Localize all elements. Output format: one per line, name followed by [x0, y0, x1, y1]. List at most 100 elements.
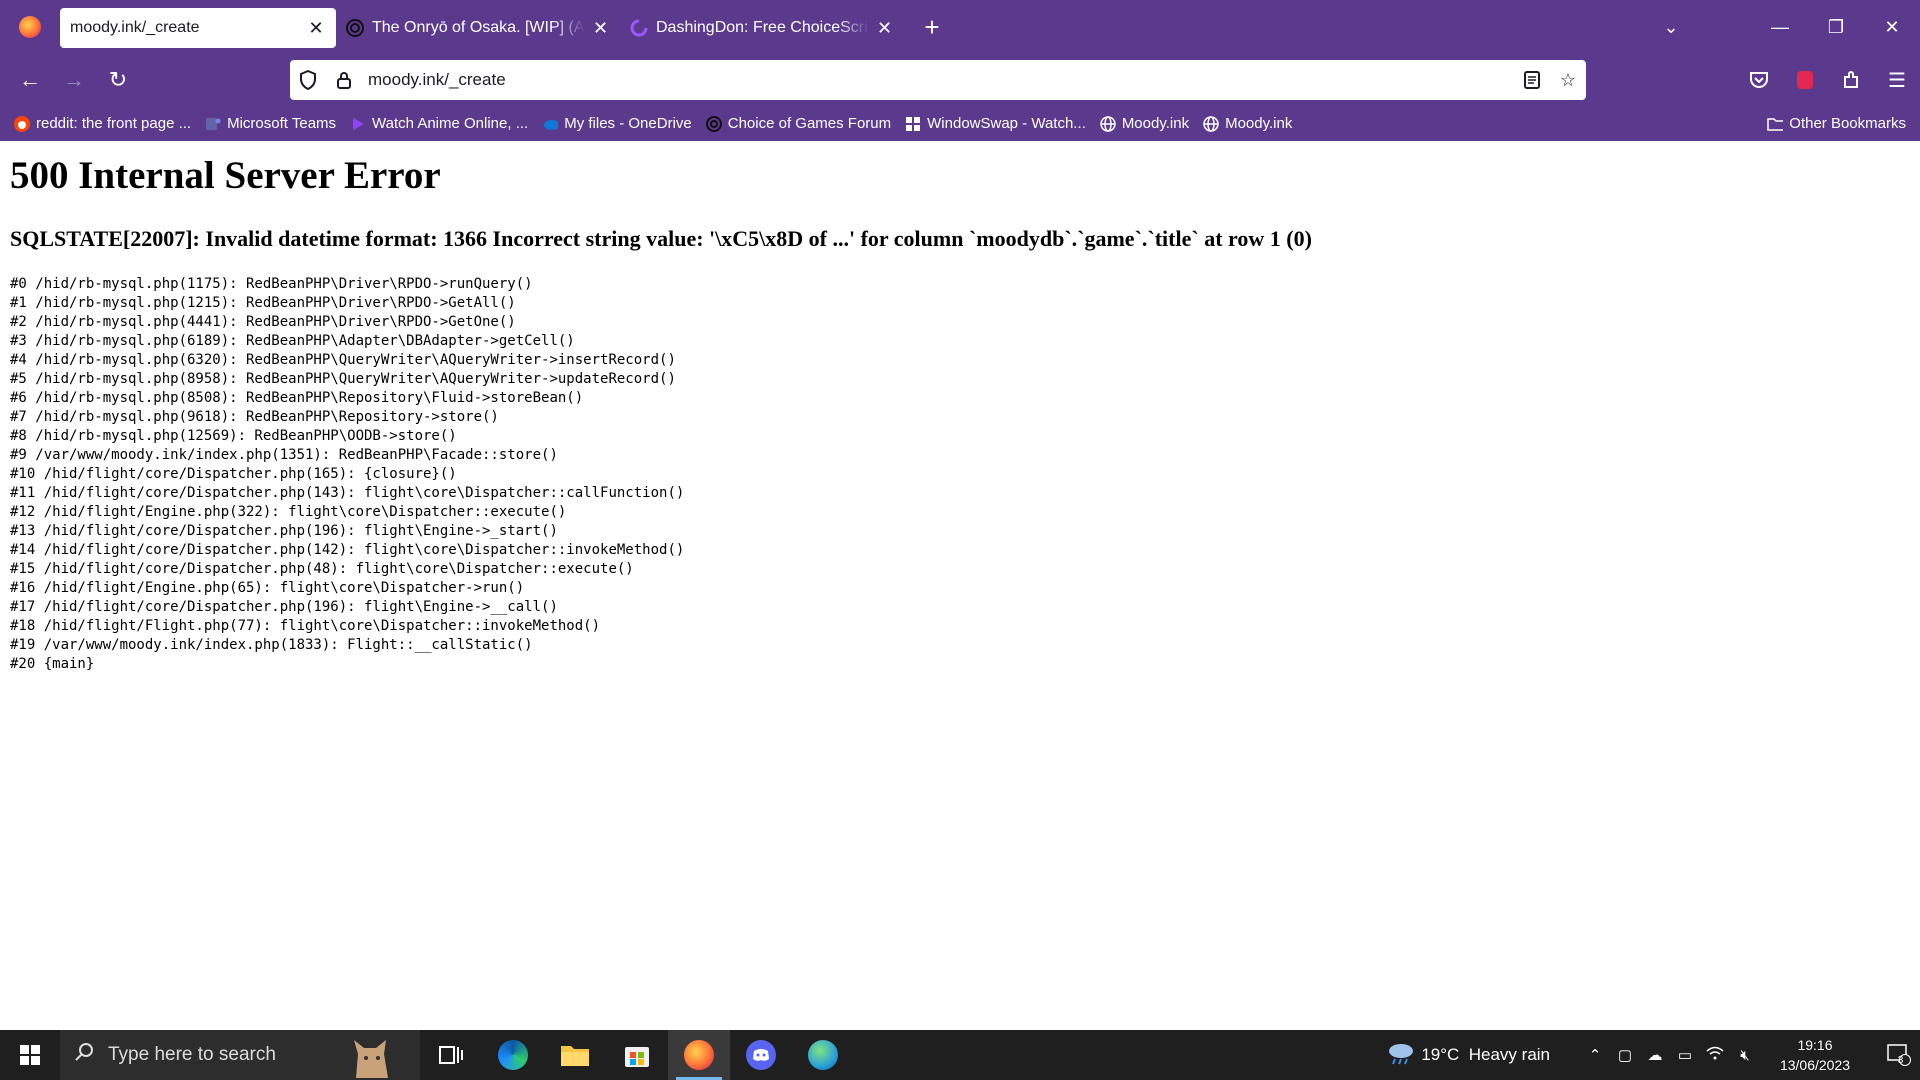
onedrive-tray-icon[interactable]: ☁: [1640, 1046, 1670, 1064]
bookmark-label: Watch Anime Online, ...: [372, 115, 529, 132]
trace-line: #5 /hid/rb-mysql.php(8958): RedBeanPHP\Q…: [10, 371, 676, 387]
pocket-icon[interactable]: [1736, 60, 1782, 100]
close-tab-icon[interactable]: ✕: [591, 18, 610, 38]
microsoft-store-icon[interactable]: [606, 1030, 668, 1080]
play-icon: [350, 116, 366, 132]
menu-hamburger-icon[interactable]: ☰: [1874, 60, 1920, 100]
bookmark-reddit[interactable]: reddit: the front page ...: [14, 115, 191, 132]
bookmark-label: reddit: the front page ...: [36, 115, 192, 132]
close-tab-icon[interactable]: ✕: [875, 18, 894, 38]
bookmark-windowswap[interactable]: WindowSwap - Watch...: [905, 115, 1086, 132]
minimize-icon[interactable]: —: [1752, 0, 1808, 54]
weather-text: 19°C Heavy rain: [1421, 1045, 1550, 1064]
clock[interactable]: 19:16 13/06/2023: [1760, 1035, 1870, 1075]
reload-icon[interactable]: ↻: [96, 60, 140, 100]
trace-line: #4 /hid/rb-mysql.php(6320): RedBeanPHP\Q…: [10, 352, 676, 368]
trace-line: #16 /hid/flight/Engine.php(65): flight\c…: [10, 580, 525, 596]
trace-line: #19 /var/www/moody.ink/index.php(1833): …: [10, 637, 533, 653]
choice-of-games-icon: [346, 19, 364, 37]
bookmark-moody-ink-2[interactable]: Moody.ink: [1203, 115, 1292, 132]
tab-moody-create[interactable]: moody.ink/_create ✕: [60, 8, 336, 48]
firefox-menu-icon[interactable]: [0, 0, 60, 54]
onedrive-icon: [542, 116, 559, 132]
trace-line: #2 /hid/rb-mysql.php(4441): RedBeanPHP\D…: [10, 314, 516, 330]
tab-onryo-of-osaka[interactable]: The Onryō of Osaka. [WIP] (Act ✕: [336, 8, 620, 48]
teams-icon: [205, 116, 221, 132]
bookmark-label: Other Bookmarks: [1789, 115, 1906, 132]
search-placeholder: Type here to search: [108, 1044, 276, 1065]
trace-line: #8 /hid/rb-mysql.php(12569): RedBeanPHP\…: [10, 428, 457, 444]
bookmark-moody-ink-1[interactable]: Moody.ink: [1100, 115, 1189, 132]
start-button[interactable]: [0, 1030, 60, 1080]
heavy-rain-cloud-icon: [1381, 1041, 1421, 1069]
lock-icon[interactable]: [326, 60, 362, 100]
trace-line: #9 /var/www/moody.ink/index.php(1351): R…: [10, 447, 558, 463]
firefox-taskbar-icon[interactable]: [668, 1030, 730, 1080]
trace-line: #3 /hid/rb-mysql.php(6189): RedBeanPHP\A…: [10, 333, 575, 349]
file-explorer-icon[interactable]: [544, 1030, 606, 1080]
bookmark-label: Microsoft Teams: [227, 115, 337, 132]
edge-icon[interactable]: [482, 1030, 544, 1080]
tab-dashingdon[interactable]: DashingDon: Free ChoiceScript ✕: [620, 8, 904, 48]
tab-title: DashingDon: Free ChoiceScript: [656, 19, 870, 36]
tracking-protection-shield-icon[interactable]: [290, 60, 326, 100]
trace-line: #11 /hid/flight/core/Dispatcher.php(143)…: [10, 485, 685, 501]
close-tab-icon[interactable]: ✕: [306, 18, 326, 38]
bookmarks-toolbar: reddit: the front page ... Microsoft Tea…: [0, 106, 1920, 141]
back-icon[interactable]: ←: [8, 60, 52, 100]
task-view-icon[interactable]: [420, 1030, 482, 1080]
url-text[interactable]: moody.ink/_create: [368, 70, 1514, 90]
reddit-icon: [14, 115, 30, 132]
search-highlight-cat-icon: [354, 1040, 388, 1078]
extensions-puzzle-icon[interactable]: [1828, 60, 1874, 100]
windowswap-icon: [905, 116, 921, 132]
restore-icon[interactable]: ❐: [1808, 0, 1864, 54]
window-controls: ⌄ — ❐ ✕: [1646, 0, 1920, 54]
close-window-icon[interactable]: ✕: [1864, 0, 1920, 54]
clock-time: 19:16: [1797, 1037, 1833, 1053]
extension-lock-icon[interactable]: [1782, 60, 1828, 100]
forward-icon[interactable]: →: [52, 60, 96, 100]
search-icon: [74, 1042, 94, 1068]
bookmark-watch-anime[interactable]: Watch Anime Online, ...: [350, 115, 528, 132]
tab-bar: moody.ink/_create ✕ The Onryō of Osaka. …: [0, 0, 1920, 54]
choice-of-games-icon: [705, 115, 722, 132]
page-content: 500 Internal Server Error SQLSTATE[22007…: [0, 141, 1920, 1030]
chevron-up-icon[interactable]: ⌃: [1580, 1046, 1610, 1064]
trace-line: #17 /hid/flight/core/Dispatcher.php(196)…: [10, 599, 558, 615]
globe-icon: [1203, 115, 1219, 132]
toolbar-extensions: ☰: [1736, 54, 1920, 106]
tab-title: moody.ink/_create: [70, 19, 200, 36]
other-bookmarks[interactable]: Other Bookmarks: [1767, 106, 1906, 141]
trace-line: #20 {main}: [10, 656, 95, 672]
bookmark-label: WindowSwap - Watch...: [927, 115, 1086, 132]
address-bar[interactable]: moody.ink/_create ☆: [290, 60, 1586, 100]
notification-center-icon[interactable]: 3: [1870, 1044, 1920, 1066]
new-tab-button[interactable]: +: [912, 7, 952, 47]
trace-line: #1 /hid/rb-mysql.php(1215): RedBeanPHP\D…: [10, 295, 516, 311]
globe-app-icon[interactable]: [792, 1030, 854, 1080]
bookmark-label: Moody.ink: [1121, 115, 1190, 132]
list-all-tabs-icon[interactable]: ⌄: [1646, 17, 1696, 38]
taskbar-search[interactable]: Type here to search: [60, 1030, 420, 1080]
bookmark-label: Choice of Games Forum: [727, 115, 892, 132]
trace-line: #0 /hid/rb-mysql.php(1175): RedBeanPHP\D…: [10, 276, 533, 292]
bookmark-label: Moody.ink: [1225, 115, 1293, 132]
wifi-icon[interactable]: [1700, 1045, 1730, 1065]
reader-view-icon[interactable]: [1514, 60, 1550, 100]
trace-line: #12 /hid/flight/Engine.php(322): flight\…: [10, 504, 567, 520]
battery-icon[interactable]: ▭: [1670, 1046, 1700, 1064]
bookmark-star-icon[interactable]: ☆: [1550, 60, 1586, 100]
weather-widget[interactable]: 19°C Heavy rain: [1381, 1041, 1550, 1069]
trace-line: #7 /hid/rb-mysql.php(9618): RedBeanPHP\R…: [10, 409, 499, 425]
trace-line: #14 /hid/flight/core/Dispatcher.php(142)…: [10, 542, 685, 558]
volume-muted-icon[interactable]: 🔇︎: [1730, 1047, 1760, 1064]
bookmark-microsoft-teams[interactable]: Microsoft Teams: [205, 115, 336, 132]
meet-now-icon[interactable]: ▢: [1610, 1046, 1640, 1064]
trace-line: #18 /hid/flight/Flight.php(77): flight\c…: [10, 618, 601, 634]
discord-icon[interactable]: [730, 1030, 792, 1080]
bookmark-choice-of-games[interactable]: Choice of Games Forum: [705, 115, 892, 132]
navigation-toolbar: ← → ↻ moody.ink/_create ☆ ☰: [0, 54, 1920, 106]
bookmark-onedrive[interactable]: My files - OneDrive: [542, 115, 692, 132]
globe-icon: [1100, 115, 1116, 132]
